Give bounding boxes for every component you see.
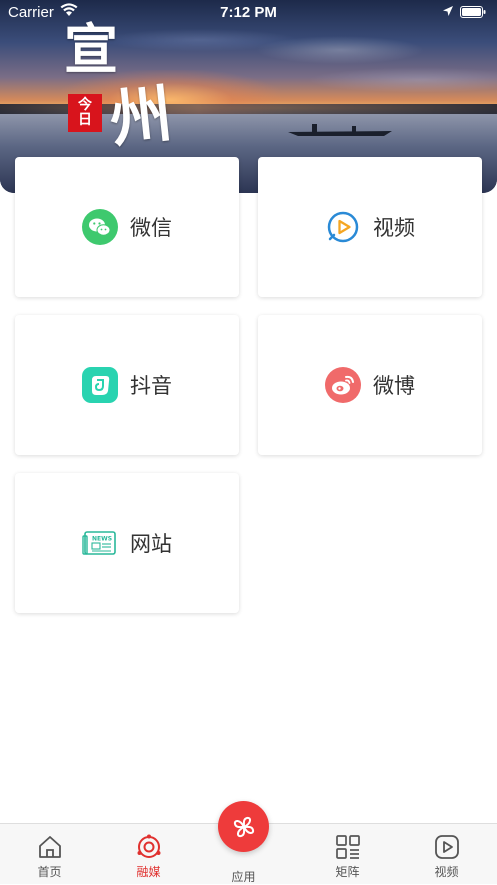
hero-logo-seal: 今 日 [68,94,102,132]
wechat-icon [82,209,118,245]
card-douyin-label: 抖音 [130,374,172,398]
status-time: 7:12 PM [220,4,277,21]
tab-video-label: 视频 [434,865,459,879]
card-website-label: 网站 [130,532,172,556]
tab-apps-label: 应用 [231,870,256,884]
tab-home[interactable]: 首页 [0,824,99,884]
tab-matrix[interactable]: 矩阵 [298,824,397,884]
battery-icon [460,6,486,18]
card-video[interactable]: 视频 [258,157,482,297]
card-video-label: 视频 [373,216,415,240]
apps-center-button[interactable] [218,801,269,852]
home-icon [38,836,61,858]
weibo-icon [325,367,361,403]
location-arrow-icon [443,6,453,16]
news-icon-text: NEWS [92,536,112,543]
card-wechat[interactable]: 微信 [15,157,239,297]
boat-silhouette [288,124,392,136]
hero-logo-char-2: 州 [106,76,176,157]
hero-logo-char-1: 宣 [64,17,118,81]
video-icon [434,835,459,859]
card-wechat-label: 微信 [130,216,172,240]
douyin-icon [82,367,118,403]
media-icon [137,834,160,858]
news-icon: NEWS [82,531,116,555]
seal-char-1: 今 [78,97,92,114]
tab-home-label: 首页 [37,865,62,879]
tab-video[interactable]: 视频 [397,824,496,884]
tab-media-label: 融媒 [136,865,161,879]
seal-char-2: 日 [78,112,92,128]
status-bar: Carrier 7:12 PM [0,0,497,24]
card-douyin[interactable]: 抖音 [15,315,239,455]
video-play-icon [327,211,359,243]
tab-matrix-label: 矩阵 [335,865,360,879]
tab-media[interactable]: 融媒 [99,824,198,884]
apps-icon [233,816,254,837]
card-weibo[interactable]: 微博 [258,315,482,455]
card-weibo-label: 微博 [373,374,415,398]
matrix-icon [335,835,360,859]
card-website[interactable]: NEWS 网站 [15,473,239,613]
